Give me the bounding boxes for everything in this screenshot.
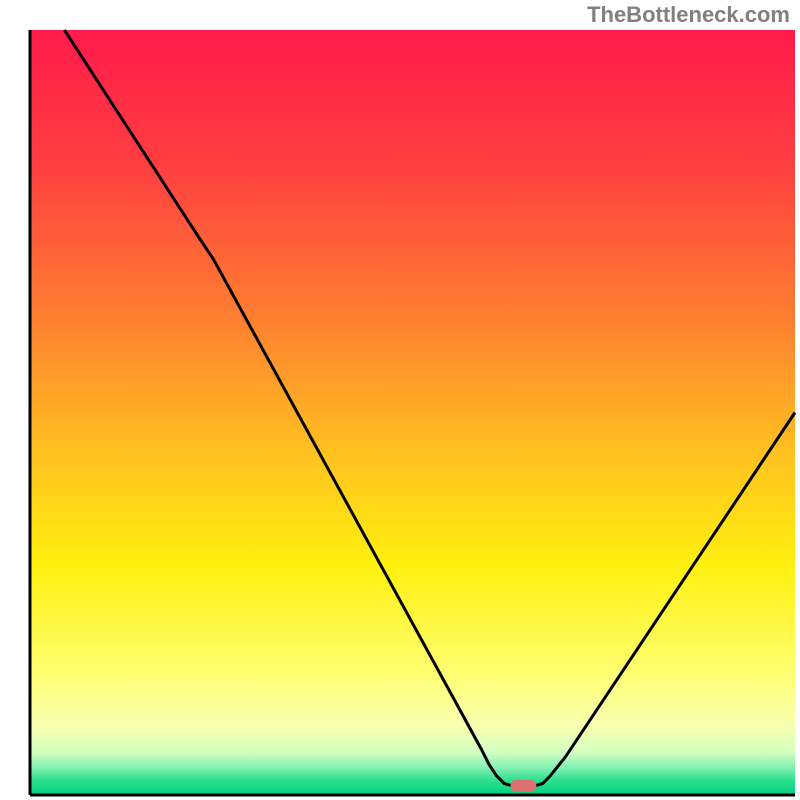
- watermark-text: TheBottleneck.com: [587, 2, 790, 28]
- optimal-marker: [510, 780, 536, 792]
- bottleneck-chart: [0, 0, 800, 800]
- plot-background: [30, 30, 795, 795]
- chart-container: TheBottleneck.com: [0, 0, 800, 800]
